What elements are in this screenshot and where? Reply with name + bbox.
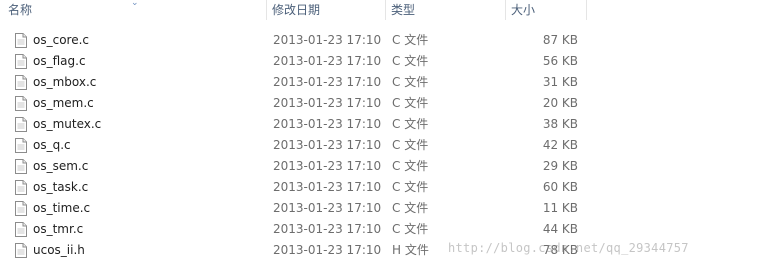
file-size: 42 KB: [542, 138, 578, 152]
column-header-name[interactable]: 名称: [4, 0, 266, 20]
file-modified-date: 2013-01-23 17:10: [273, 138, 382, 152]
file-modified-date: 2013-01-23 17:10: [273, 159, 382, 173]
document-icon: [15, 159, 27, 174]
file-list: os_core.c 2013-01-23 17:10 C 文件 87 KB os…: [0, 30, 779, 261]
file-type: C 文件: [392, 201, 429, 215]
file-modified-date: 2013-01-23 17:10: [273, 117, 382, 131]
file-size: 11 KB: [542, 201, 578, 215]
document-icon: [15, 96, 27, 111]
file-row[interactable]: os_sem.c 2013-01-23 17:10 C 文件 29 KB: [0, 156, 779, 177]
file-type: C 文件: [392, 54, 429, 68]
document-icon: [15, 117, 27, 132]
file-type: H 文件: [392, 243, 429, 257]
file-name: os_task.c: [33, 180, 89, 194]
explorer-file-list: ⌄ 名称 修改日期 类型 大小 os_core.c 2013-01-23 17:…: [0, 0, 779, 274]
file-modified-date: 2013-01-23 17:10: [273, 222, 382, 236]
file-row[interactable]: os_mutex.c 2013-01-23 17:10 C 文件 38 KB: [0, 114, 779, 135]
file-row[interactable]: os_mbox.c 2013-01-23 17:10 C 文件 31 KB: [0, 72, 779, 93]
column-header-bar: ⌄ 名称 修改日期 类型 大小: [0, 0, 779, 20]
file-name: os_flag.c: [33, 54, 86, 68]
file-type: C 文件: [392, 159, 429, 173]
file-modified-date: 2013-01-23 17:10: [273, 96, 382, 110]
column-divider[interactable]: [266, 0, 267, 20]
file-type: C 文件: [392, 138, 429, 152]
file-size: 20 KB: [542, 96, 578, 110]
file-modified-date: 2013-01-23 17:10: [273, 180, 382, 194]
file-type: C 文件: [392, 117, 429, 131]
file-size: 38 KB: [542, 117, 578, 131]
file-modified-date: 2013-01-23 17:10: [273, 201, 382, 215]
column-divider[interactable]: [385, 0, 386, 20]
file-row[interactable]: os_flag.c 2013-01-23 17:10 C 文件 56 KB: [0, 51, 779, 72]
file-row[interactable]: os_tmr.c 2013-01-23 17:10 C 文件 44 KB: [0, 219, 779, 240]
document-icon: [15, 75, 27, 90]
file-row[interactable]: os_q.c 2013-01-23 17:10 C 文件 42 KB: [0, 135, 779, 156]
file-name: os_tmr.c: [33, 222, 84, 236]
file-size: 87 KB: [542, 33, 578, 47]
file-type: C 文件: [392, 75, 429, 89]
column-divider[interactable]: [505, 0, 506, 20]
document-icon: [15, 201, 27, 216]
watermark: http://blog.csdn.net/qq_29344757: [448, 241, 689, 255]
column-header-date[interactable]: 修改日期: [268, 0, 385, 20]
document-icon: [15, 138, 27, 153]
file-name: os_q.c: [33, 138, 71, 152]
file-modified-date: 2013-01-23 17:10: [273, 243, 382, 257]
document-icon: [15, 222, 27, 237]
column-header-type[interactable]: 类型: [387, 0, 505, 20]
document-icon: [15, 180, 27, 195]
file-modified-date: 2013-01-23 17:10: [273, 54, 382, 68]
file-size: 44 KB: [542, 222, 578, 236]
file-name: os_time.c: [33, 201, 91, 215]
file-size: 29 KB: [542, 159, 578, 173]
file-size: 60 KB: [542, 180, 578, 194]
file-type: C 文件: [392, 222, 429, 236]
file-name: os_mutex.c: [33, 117, 102, 131]
file-row[interactable]: os_mem.c 2013-01-23 17:10 C 文件 20 KB: [0, 93, 779, 114]
file-name: os_sem.c: [33, 159, 89, 173]
file-name: ucos_ii.h: [33, 243, 85, 257]
file-type: C 文件: [392, 33, 429, 47]
file-modified-date: 2013-01-23 17:10: [273, 33, 382, 47]
document-icon: [15, 54, 27, 69]
document-icon: [15, 33, 27, 48]
file-modified-date: 2013-01-23 17:10: [273, 75, 382, 89]
file-row[interactable]: os_task.c 2013-01-23 17:10 C 文件 60 KB: [0, 177, 779, 198]
file-name: os_core.c: [33, 33, 89, 47]
file-type: C 文件: [392, 180, 429, 194]
file-size: 31 KB: [542, 75, 578, 89]
file-row[interactable]: os_core.c 2013-01-23 17:10 C 文件 87 KB: [0, 30, 779, 51]
file-name: os_mem.c: [33, 96, 94, 110]
file-row[interactable]: os_time.c 2013-01-23 17:10 C 文件 11 KB: [0, 198, 779, 219]
document-icon: [15, 243, 27, 258]
file-type: C 文件: [392, 96, 429, 110]
file-size: 56 KB: [542, 54, 578, 68]
file-name: os_mbox.c: [33, 75, 97, 89]
column-divider[interactable]: [586, 0, 587, 20]
column-header-size[interactable]: 大小: [507, 0, 586, 20]
